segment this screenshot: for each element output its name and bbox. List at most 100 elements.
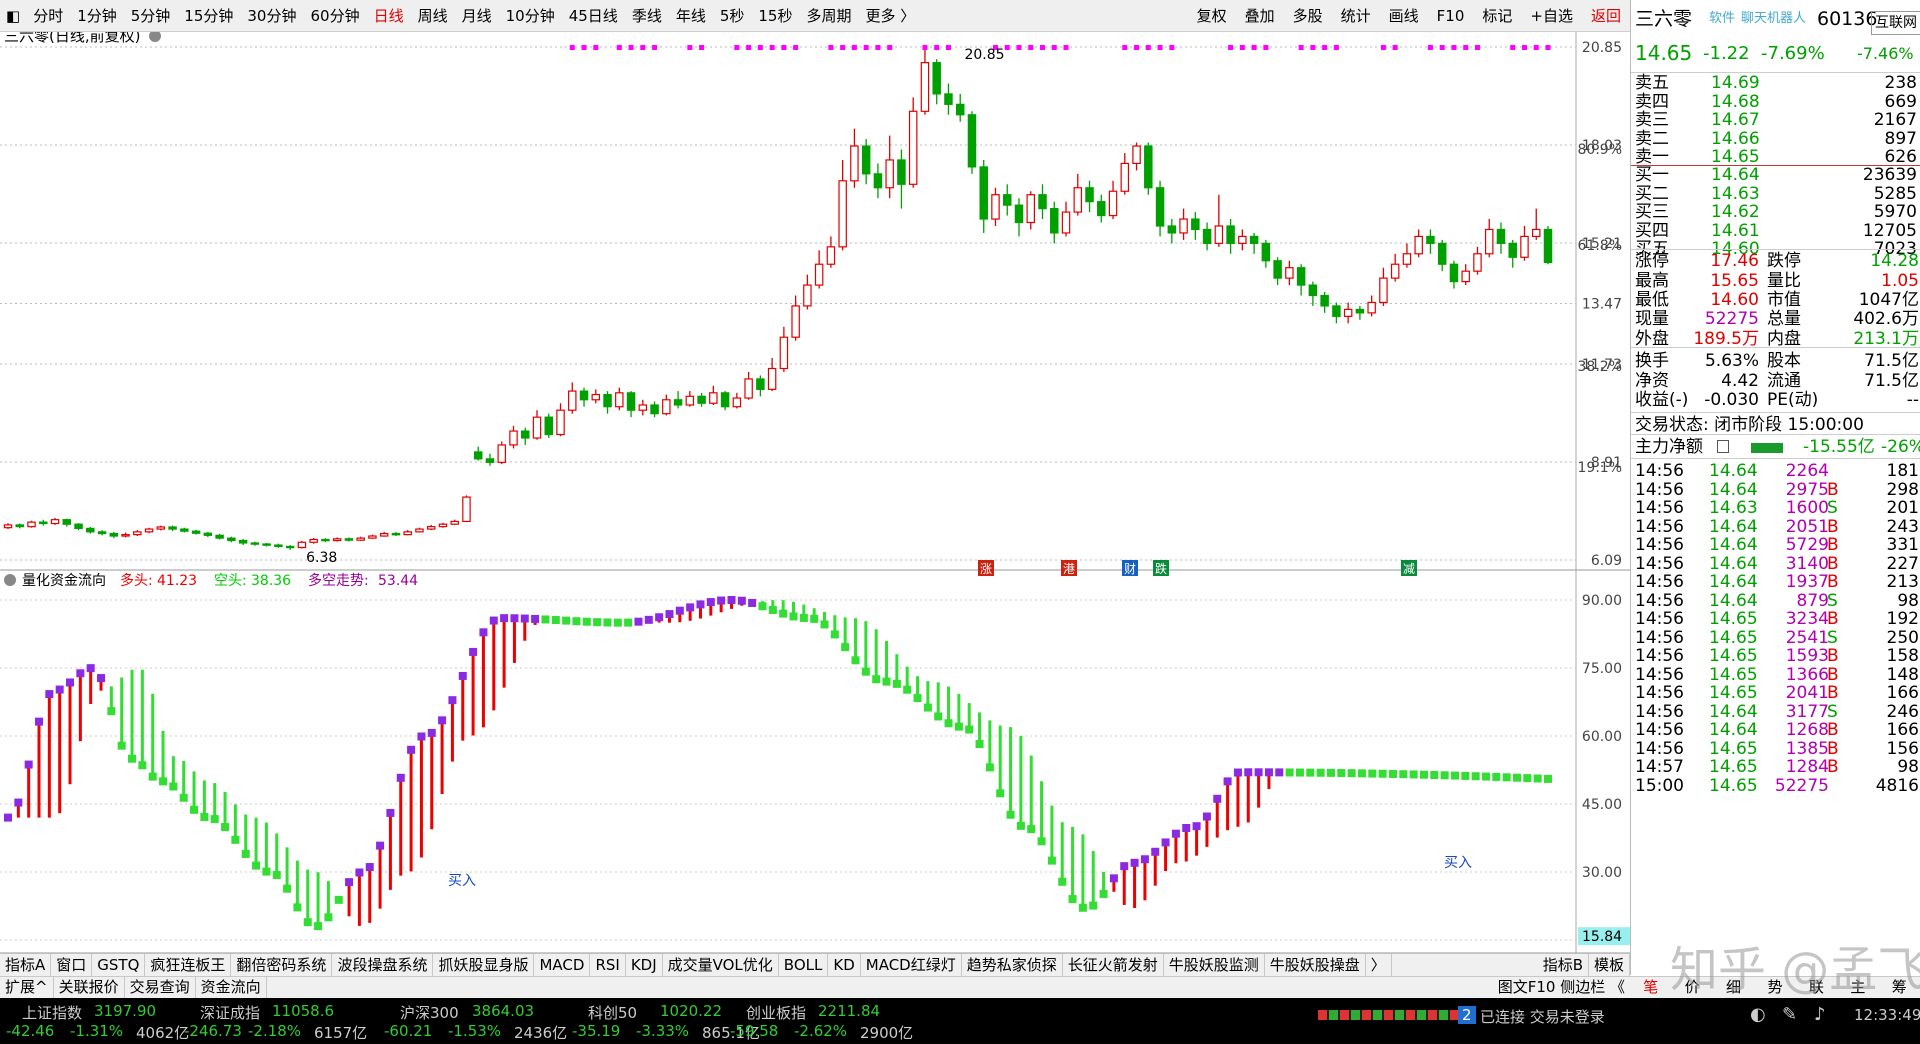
signal-dot <box>1169 45 1175 50</box>
indicator-tab[interactable]: MACD <box>534 954 591 976</box>
period-5[interactable]: 30分钟 <box>240 0 303 32</box>
tag-internet[interactable]: 互联网 <box>1871 11 1920 35</box>
index-name[interactable]: 深证成指 <box>200 1002 260 1023</box>
stats-button[interactable]: 统计 <box>1332 0 1380 32</box>
f10-button[interactable]: F10 <box>1428 0 1474 32</box>
indicator-tab[interactable]: 模板 <box>1589 954 1630 976</box>
ext-tab-related[interactable]: 关联报价 <box>54 977 125 998</box>
add-watchlist-button[interactable]: +自选 <box>1521 0 1582 32</box>
period-8[interactable]: 周线 <box>411 0 455 32</box>
period-12[interactable]: 季线 <box>625 0 669 32</box>
candle[interactable] <box>215 533 224 540</box>
period-6[interactable]: 60分钟 <box>303 0 366 32</box>
candle[interactable] <box>908 97 918 188</box>
signal-dot <box>687 45 693 50</box>
indicator-tab[interactable]: 窗口 <box>51 954 93 976</box>
indicator-tab[interactable]: MACD红绿灯 <box>861 954 962 976</box>
quote-tab[interactable]: 笔 <box>1630 977 1671 998</box>
period-16[interactable]: 多周期 <box>799 0 858 32</box>
index-name[interactable]: 创业板指 <box>746 1002 806 1023</box>
period-10[interactable]: 10分钟 <box>499 0 562 32</box>
indicator-tab[interactable]: 指标A <box>0 954 52 976</box>
indicator-tab[interactable]: 波段操盘系统 <box>332 954 434 976</box>
ext-tab-fundflow[interactable]: 资金流向 <box>196 977 267 998</box>
indicator-tab[interactable]: 〉 <box>1366 954 1392 976</box>
draw-button[interactable]: 画线 <box>1380 0 1428 32</box>
ind-marker <box>262 867 271 876</box>
stat-row: 收益(-) -0.030 PE(动) -- <box>1631 389 1920 412</box>
indicator-tab[interactable]: 翻倍密码系统 <box>231 954 333 976</box>
ind-marker <box>603 618 612 627</box>
period-14[interactable]: 5秒 <box>713 0 752 32</box>
period-daily[interactable]: 日线 <box>367 0 411 32</box>
ind-marker <box>1068 895 1077 904</box>
tag-software[interactable]: 软件 <box>1709 7 1735 30</box>
indicator-tab[interactable]: 牛股妖股操盘 <box>1265 954 1366 976</box>
candle[interactable] <box>1144 142 1153 195</box>
index-name[interactable]: 科创50 <box>588 1002 637 1023</box>
period-9[interactable]: 月线 <box>455 0 499 32</box>
period-11[interactable]: 45日线 <box>562 0 625 32</box>
tools-icon[interactable]: ✎ <box>1782 1004 1797 1025</box>
flow-chart-icon[interactable] <box>1717 440 1729 453</box>
period-13[interactable]: 年线 <box>669 0 713 32</box>
theme-icon[interactable]: ◐ <box>1750 1004 1766 1025</box>
period-3[interactable]: 5分钟 <box>124 0 178 32</box>
indicator-tab[interactable]: 趋势私家侦探 <box>962 954 1063 976</box>
indicator-tab[interactable]: KDJ <box>626 954 663 976</box>
indicator-tab[interactable]: BOLL <box>779 954 829 976</box>
period-1[interactable]: 分时 <box>26 0 70 32</box>
indicator-tab[interactable]: 成交量VOL优化 <box>663 954 779 976</box>
sidebar-toggle[interactable]: 图文F10 侧边栏 《 <box>1493 977 1630 998</box>
indicator-tab[interactable]: 抓妖股显身版 <box>433 954 535 976</box>
fuquan-button[interactable]: 复权 <box>1188 0 1236 32</box>
indicator-tab[interactable]: 牛股妖股监测 <box>1164 954 1265 976</box>
ind-marker <box>1357 769 1366 778</box>
candle[interactable] <box>27 520 36 528</box>
indicator-tab[interactable]: 指标B <box>1538 954 1589 976</box>
period-more[interactable]: 更多 〉 <box>859 0 923 32</box>
candle-body <box>156 526 166 530</box>
candle-body <box>238 539 248 544</box>
indicator-tab[interactable]: 长征火箭发射 <box>1063 954 1164 976</box>
overlay-button[interactable]: 叠加 <box>1236 0 1284 32</box>
signal-dot <box>1051 45 1057 50</box>
bell-icon[interactable]: ♪ <box>1814 1004 1826 1025</box>
connection-status[interactable]: 已连接 交易未登录 <box>1480 1006 1605 1027</box>
ind-marker <box>283 884 292 893</box>
indicator-tab[interactable]: 疯狂连板王 <box>145 954 232 976</box>
index-name[interactable]: 上证指数 <box>22 1002 82 1023</box>
mark-button[interactable]: 标记 <box>1473 0 1521 32</box>
candle[interactable] <box>297 540 307 549</box>
ext-tab-trades[interactable]: 交易查询 <box>125 977 196 998</box>
ext-tab-expand[interactable]: 扩展^ <box>0 977 54 998</box>
candle[interactable] <box>309 538 318 544</box>
kline-chart[interactable]: 三六零(日线,前复权)20.8518.0315.2113.4711.738.91… <box>0 32 1630 982</box>
tag-chatbot[interactable]: 聊天机器人 <box>1741 7 1806 30</box>
panel-toggle-icon[interactable]: ◧ <box>0 0 26 32</box>
clock-time: 12:33:49 <box>1854 1006 1920 1024</box>
candle[interactable] <box>1543 225 1553 265</box>
indicator-menu-icon[interactable] <box>4 574 16 586</box>
period-2[interactable]: 1分钟 <box>70 0 124 32</box>
back-button[interactable]: 返回 <box>1582 0 1630 32</box>
candle[interactable] <box>497 441 506 465</box>
index-change: -59.58 <box>730 1022 779 1040</box>
index-name[interactable]: 沪深300 <box>400 1002 459 1023</box>
ind-marker <box>159 777 168 786</box>
period-4[interactable]: 15分钟 <box>177 0 240 32</box>
ind-marker <box>748 598 757 607</box>
ind-tick-label: 45.00 <box>1582 797 1622 813</box>
period-15[interactable]: 15秒 <box>751 0 799 32</box>
multi-stock-button[interactable]: 多股 <box>1284 0 1332 32</box>
candle[interactable] <box>462 495 471 523</box>
candle-body <box>1026 194 1035 224</box>
candle[interactable] <box>144 527 154 534</box>
indicator-tab[interactable]: RSI <box>590 954 626 976</box>
quote-panel: 三六零 软件 聊天机器人 60136 互联网 14.65 -1.22 -7.69… <box>1630 0 1920 975</box>
indicator-tab[interactable]: GSTQ <box>92 954 146 976</box>
candle[interactable] <box>544 413 554 439</box>
ind-marker <box>1058 877 1067 886</box>
candle[interactable] <box>967 111 977 174</box>
indicator-tab[interactable]: KD <box>828 954 861 976</box>
